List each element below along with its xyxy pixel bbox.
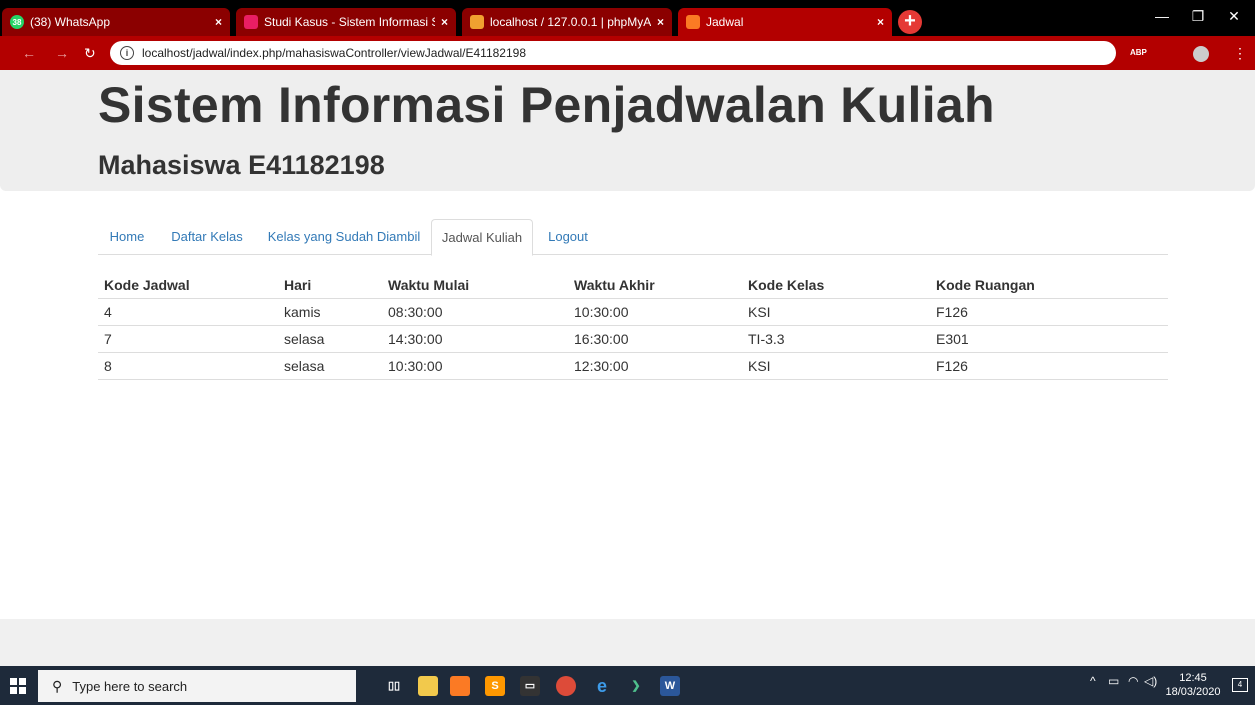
xampp-icon[interactable] [450,676,470,696]
column-header: Waktu Akhir [568,272,742,299]
table-cell: KSI [742,298,930,326]
search-placeholder: Type here to search [72,678,188,694]
tab-title: Studi Kasus - Sistem Informasi Se [264,15,435,29]
adblock-icon[interactable]: ABP [1130,48,1147,57]
chrome-icon[interactable] [556,676,576,696]
tab-whatsapp[interactable]: 38 (38) WhatsApp × [2,8,230,36]
volume-icon[interactable]: ◁) [1144,674,1157,688]
window-close-icon[interactable]: ✕ [1216,4,1252,28]
page-footer [0,619,1255,666]
taskbar-search-input[interactable]: ⚲ Type here to search [38,670,356,702]
clock-time: 12:45 [1179,672,1207,684]
wifi-icon[interactable]: ◠ [1128,674,1138,688]
table-cell: F126 [930,352,1168,380]
column-header: Waktu Mulai [382,272,568,299]
close-icon[interactable]: × [657,15,664,29]
edge-icon[interactable]: e [592,676,612,696]
tab-phpmyadmin[interactable]: localhost / 127.0.0.1 | phpMyAdm × [462,8,672,36]
slides-icon [244,15,258,29]
table-cell: 10:30:00 [568,298,742,326]
table-cell: 8 [98,352,278,380]
notification-icon[interactable]: 4 [1232,678,1248,692]
menu-icon[interactable]: ⋮ [1233,45,1247,62]
terminal-icon[interactable]: ▭ [520,676,540,696]
close-icon[interactable]: × [441,15,448,29]
close-icon[interactable]: × [215,15,222,29]
battery-icon[interactable]: ▭ [1108,674,1119,688]
browser-toolbar: ← → ↻ i localhost/jadwal/index.php/mahas… [0,36,1255,70]
tab-studi-kasus[interactable]: Studi Kasus - Sistem Informasi Se × [236,8,456,36]
page-header: Sistem Informasi Penjadwalan Kuliah Maha… [0,70,1255,191]
table-cell: 12:30:00 [568,352,742,380]
column-header: Hari [278,272,382,299]
profile-avatar-icon[interactable] [1193,46,1209,62]
table-header-row: Kode Jadwal Hari Waktu Mulai Waktu Akhir… [98,272,1168,299]
table-cell: 08:30:00 [382,298,568,326]
maximize-icon[interactable]: ❐ [1180,4,1216,28]
table-cell: selasa [278,325,382,353]
search-icon: ⚲ [52,677,63,694]
phpmyadmin-icon [470,15,484,29]
tab-daftar-kelas[interactable]: Daftar Kelas [160,219,254,255]
table-cell: TI-3.3 [742,325,930,353]
tray-chevron-icon[interactable]: ^ [1090,674,1096,688]
table-row: 4 kamis 08:30:00 10:30:00 KSI F126 [98,298,1168,326]
new-tab-button[interactable]: + [898,10,922,34]
table-cell: 7 [98,325,278,353]
browser-tab-strip: 38 (38) WhatsApp × Studi Kasus - Sistem … [0,0,1255,36]
address-bar[interactable]: i localhost/jadwal/index.php/mahasiswaCo… [110,41,1116,65]
vscode-icon[interactable]: ❯ [626,676,646,696]
system-clock[interactable]: 12:45 18/03/2020 [1160,671,1226,699]
column-header: Kode Ruangan [930,272,1168,299]
tab-title: localhost / 127.0.0.1 | phpMyAdm [490,15,651,29]
url-text: localhost/jadwal/index.php/mahasiswaCont… [142,46,526,60]
tab-title: (38) WhatsApp [30,15,111,29]
file-explorer-icon[interactable] [418,676,438,696]
column-header: Kode Jadwal [98,272,278,299]
table-cell: F126 [930,298,1168,326]
tab-logout[interactable]: Logout [535,219,601,255]
tab-title: Jadwal [706,15,744,29]
table-row: 8 selasa 10:30:00 12:30:00 KSI F126 [98,352,1168,380]
forward-icon[interactable]: → [55,45,69,61]
tab-jadwal-kuliah[interactable]: Jadwal Kuliah [431,219,533,256]
page-subtitle: Mahasiswa E41182198 [98,150,385,180]
tab-home[interactable]: Home [98,219,156,255]
windows-taskbar: ⚲ Type here to search ▯▯ S ▭ e ❯ W ^ ▭ ◠… [0,666,1255,705]
info-icon[interactable]: i [120,46,134,60]
task-view-icon[interactable]: ▯▯ [384,676,404,696]
close-icon[interactable]: × [877,15,884,29]
page-title: Sistem Informasi Penjadwalan Kuliah [98,77,995,133]
table-cell: 4 [98,298,278,326]
table-cell: selasa [278,352,382,380]
bookmark-star-icon[interactable]: ☆ [1092,45,1105,62]
table-cell: 16:30:00 [568,325,742,353]
back-icon[interactable]: ← [22,45,36,61]
reload-icon[interactable]: ↻ [84,45,96,62]
table-cell: KSI [742,352,930,380]
sublime-text-icon[interactable]: S [485,676,505,696]
column-header: Kode Kelas [742,272,930,299]
windows-start-icon[interactable] [10,678,26,694]
table-row: 7 selasa 14:30:00 16:30:00 TI-3.3 E301 [98,325,1168,353]
xampp-icon [686,15,700,29]
whatsapp-icon: 38 [10,15,24,29]
tab-kelas-diambil[interactable]: Kelas yang Sudah Diambil [258,219,430,255]
nav-tabs: Home Daftar Kelas Kelas yang Sudah Diamb… [98,219,1168,256]
table-cell: 10:30:00 [382,352,568,380]
tab-jadwal[interactable]: Jadwal × [678,8,892,36]
table-cell: 14:30:00 [382,325,568,353]
table-cell: E301 [930,325,1168,353]
jadwal-table: Kode Jadwal Hari Waktu Mulai Waktu Akhir… [98,272,1168,380]
minimize-icon[interactable]: — [1144,4,1180,28]
word-icon[interactable]: W [660,676,680,696]
table-cell: kamis [278,298,382,326]
clock-date: 18/03/2020 [1165,686,1221,698]
